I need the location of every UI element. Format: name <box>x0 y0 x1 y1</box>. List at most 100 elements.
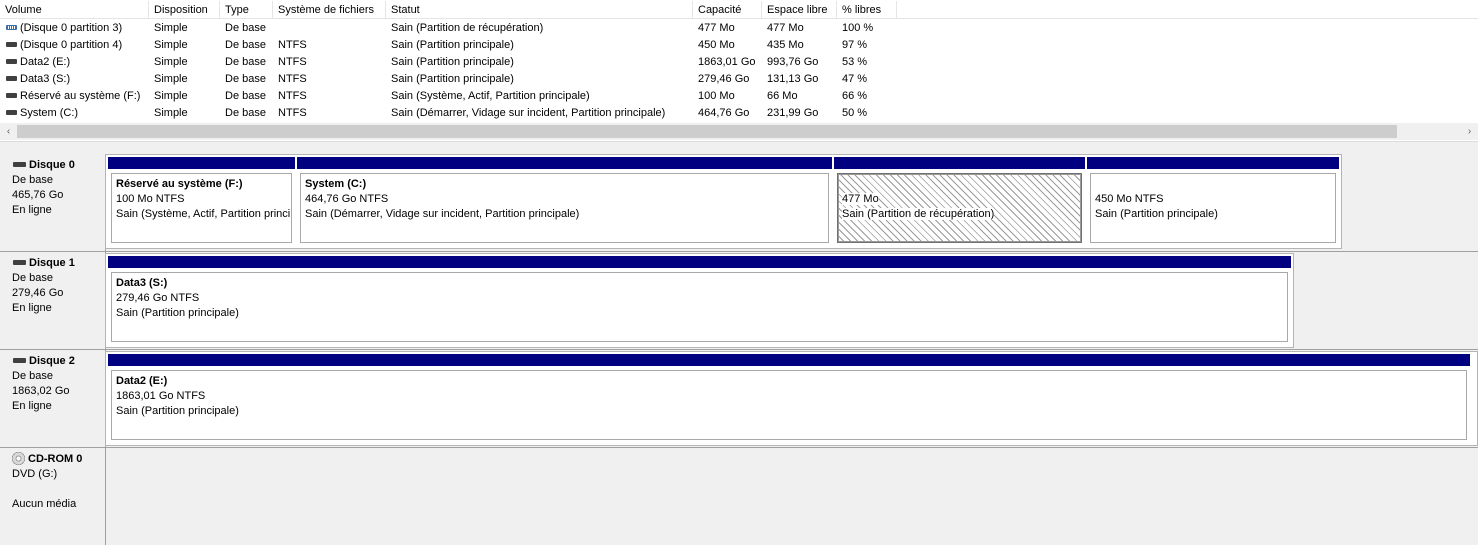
volume-icon <box>6 109 17 115</box>
cell-status: Sain (Partition principale) <box>391 56 514 68</box>
cell-percent-free: 66 % <box>842 90 868 102</box>
partition-box: Data2 (E:) 1863,01 Go NTFS Sain (Partiti… <box>111 370 1467 440</box>
disk-kind: De base <box>12 272 53 284</box>
partition-disk0-p4[interactable]: 450 Mo NTFS Sain (Partition principale) <box>1087 157 1339 246</box>
volume-name: Réservé au système (F:) <box>20 90 141 102</box>
partition-status: Sain (Partition principale) <box>1095 208 1218 220</box>
table-row[interactable]: System (C:) Simple De base NTFS Sain (Dé… <box>0 105 1478 122</box>
cdrom-name: CD-ROM 0 <box>12 451 105 467</box>
volume-name: System (C:) <box>20 107 79 119</box>
partition-status: Sain (Démarrer, Vidage sur incident, Par… <box>305 208 580 220</box>
cell-type: De base <box>225 73 266 85</box>
column-header-percent-free[interactable]: % libres <box>837 1 897 19</box>
partition-recovery[interactable]: 477 Mo Sain (Partition de récupération) <box>834 157 1085 246</box>
disk-size: 465,76 Go <box>12 189 64 201</box>
disk-name: Disque 1 <box>12 256 105 271</box>
table-row[interactable]: Réservé au système (F:) Simple De base N… <box>0 88 1478 105</box>
partition-box: Réservé au système (F:) 100 Mo NTFS Sain… <box>111 173 292 243</box>
partition-data3-s[interactable]: Data3 (S:) 279,46 Go NTFS Sain (Partitio… <box>108 256 1291 345</box>
table-row[interactable]: (Disque 0 partition 3) Simple De base Sa… <box>0 20 1478 37</box>
partition-box: Data3 (S:) 279,46 Go NTFS Sain (Partitio… <box>111 272 1288 342</box>
partition-size: 477 Mo <box>842 193 879 205</box>
table-row[interactable]: Data2 (E:) Simple De base NTFS Sain (Par… <box>0 54 1478 71</box>
column-header-type[interactable]: Type <box>220 1 273 19</box>
partition-status: Sain (Partition principale) <box>116 307 239 319</box>
cell-disposition: Simple <box>154 22 188 34</box>
disk-separator <box>0 251 1478 252</box>
cell-status: Sain (Partition principale) <box>391 39 514 51</box>
partition-size: 464,76 Go NTFS <box>305 193 389 205</box>
partition-reserved-f[interactable]: Réservé au système (F:) 100 Mo NTFS Sain… <box>108 157 295 246</box>
scrollbar-thumb[interactable] <box>17 125 1397 138</box>
cell-volume: System (C:) <box>0 105 149 122</box>
partition-bar <box>108 256 1291 268</box>
cell-capacity: 279,46 Go <box>698 73 750 85</box>
partition-name: Data2 (E:) <box>116 375 168 387</box>
disk-label-disque-2[interactable]: Disque 2 De base 1863,02 Go En ligne <box>0 350 106 447</box>
cell-filesystem: NTFS <box>278 90 307 102</box>
partition-bar <box>108 354 1470 366</box>
cell-volume: Réservé au système (F:) <box>0 88 149 105</box>
column-header-free-space[interactable]: Espace libre <box>762 1 837 19</box>
cell-status: Sain (Système, Actif, Partition principa… <box>391 90 590 102</box>
cell-filesystem: NTFS <box>278 39 307 51</box>
table-row[interactable]: (Disque 0 partition 4) Simple De base NT… <box>0 37 1478 54</box>
cell-volume: (Disque 0 partition 3) <box>0 20 149 37</box>
cell-filesystem: NTFS <box>278 56 307 68</box>
partition-size: 1863,01 Go NTFS <box>116 390 206 402</box>
cdrom-name-text: CD-ROM 0 <box>28 453 83 465</box>
disk-state: En ligne <box>12 302 52 314</box>
column-header-capacity[interactable]: Capacité <box>693 1 762 19</box>
disk-name: Disque 0 <box>12 158 105 173</box>
disk-map: Disque 0 De base 465,76 Go En ligne Rése… <box>0 147 1478 545</box>
cell-percent-free: 47 % <box>842 73 868 85</box>
disk-kind: De base <box>12 174 53 186</box>
column-header-status[interactable]: Statut <box>386 1 693 19</box>
disk-icon <box>13 161 26 167</box>
cell-free-space: 477 Mo <box>767 22 804 34</box>
volume-icon <box>6 92 17 98</box>
partition-status: Sain (Partition de récupération) <box>842 208 995 220</box>
volume-name: (Disque 0 partition 3) <box>20 22 123 34</box>
partition-name: Réservé au système (F:) <box>116 178 243 190</box>
table-row[interactable]: Data3 (S:) Simple De base NTFS Sain (Par… <box>0 71 1478 88</box>
disk-size: 1863,02 Go <box>12 385 70 397</box>
scroll-right-arrow-icon[interactable]: › <box>1461 123 1478 140</box>
scroll-left-arrow-icon[interactable]: ‹ <box>0 123 17 140</box>
cdrom-spacer <box>12 482 105 497</box>
partition-name: Data3 (S:) <box>116 277 168 289</box>
cell-type: De base <box>225 39 266 51</box>
partition-box: System (C:) 464,76 Go NTFS Sain (Démarre… <box>300 173 829 243</box>
partition-name: System (C:) <box>305 178 367 190</box>
disk-size: 279,46 Go <box>12 287 64 299</box>
disk-label-disque-1[interactable]: Disque 1 De base 279,46 Go En ligne <box>0 252 106 349</box>
column-header-disposition[interactable]: Disposition <box>149 1 220 19</box>
column-header-filesystem[interactable]: Système de fichiers <box>273 1 386 19</box>
partition-system-c[interactable]: System (C:) 464,76 Go NTFS Sain (Démarre… <box>297 157 832 246</box>
cell-capacity: 100 Mo <box>698 90 735 102</box>
horizontal-scrollbar[interactable]: ‹ › <box>0 123 1478 140</box>
partition-data2-e[interactable]: Data2 (E:) 1863,01 Go NTFS Sain (Partiti… <box>108 354 1470 443</box>
partition-size: 279,46 Go NTFS <box>116 292 200 304</box>
volume-list-header: Volume Disposition Type Système de fichi… <box>0 1 1478 19</box>
disk-label-disque-0[interactable]: Disque 0 De base 465,76 Go En ligne <box>0 154 106 251</box>
cell-free-space: 66 Mo <box>767 90 798 102</box>
disk-label-cd-rom-0[interactable]: CD-ROM 0 DVD (G:) Aucun média <box>0 448 106 545</box>
cell-percent-free: 53 % <box>842 56 868 68</box>
cell-disposition: Simple <box>154 39 188 51</box>
cell-free-space: 435 Mo <box>767 39 804 51</box>
disk-icon <box>13 357 26 363</box>
partition-size: 100 Mo NTFS <box>116 193 185 205</box>
column-header-volume[interactable]: Volume <box>0 1 149 19</box>
disk-name-text: Disque 2 <box>29 355 75 367</box>
cell-capacity: 1863,01 Go <box>698 56 756 68</box>
volume-name: (Disque 0 partition 4) <box>20 39 123 51</box>
cell-free-space: 131,13 Go <box>767 73 819 85</box>
cdrom-drive: DVD (G:) <box>12 468 58 480</box>
volume-list[interactable]: Volume Disposition Type Système de fichi… <box>0 0 1478 141</box>
disk-separator <box>0 447 1478 448</box>
cell-type: De base <box>225 107 266 119</box>
cell-status: Sain (Partition principale) <box>391 73 514 85</box>
partition-status: Sain (Partition principale) <box>116 405 239 417</box>
volume-name: Data2 (E:) <box>20 56 71 68</box>
